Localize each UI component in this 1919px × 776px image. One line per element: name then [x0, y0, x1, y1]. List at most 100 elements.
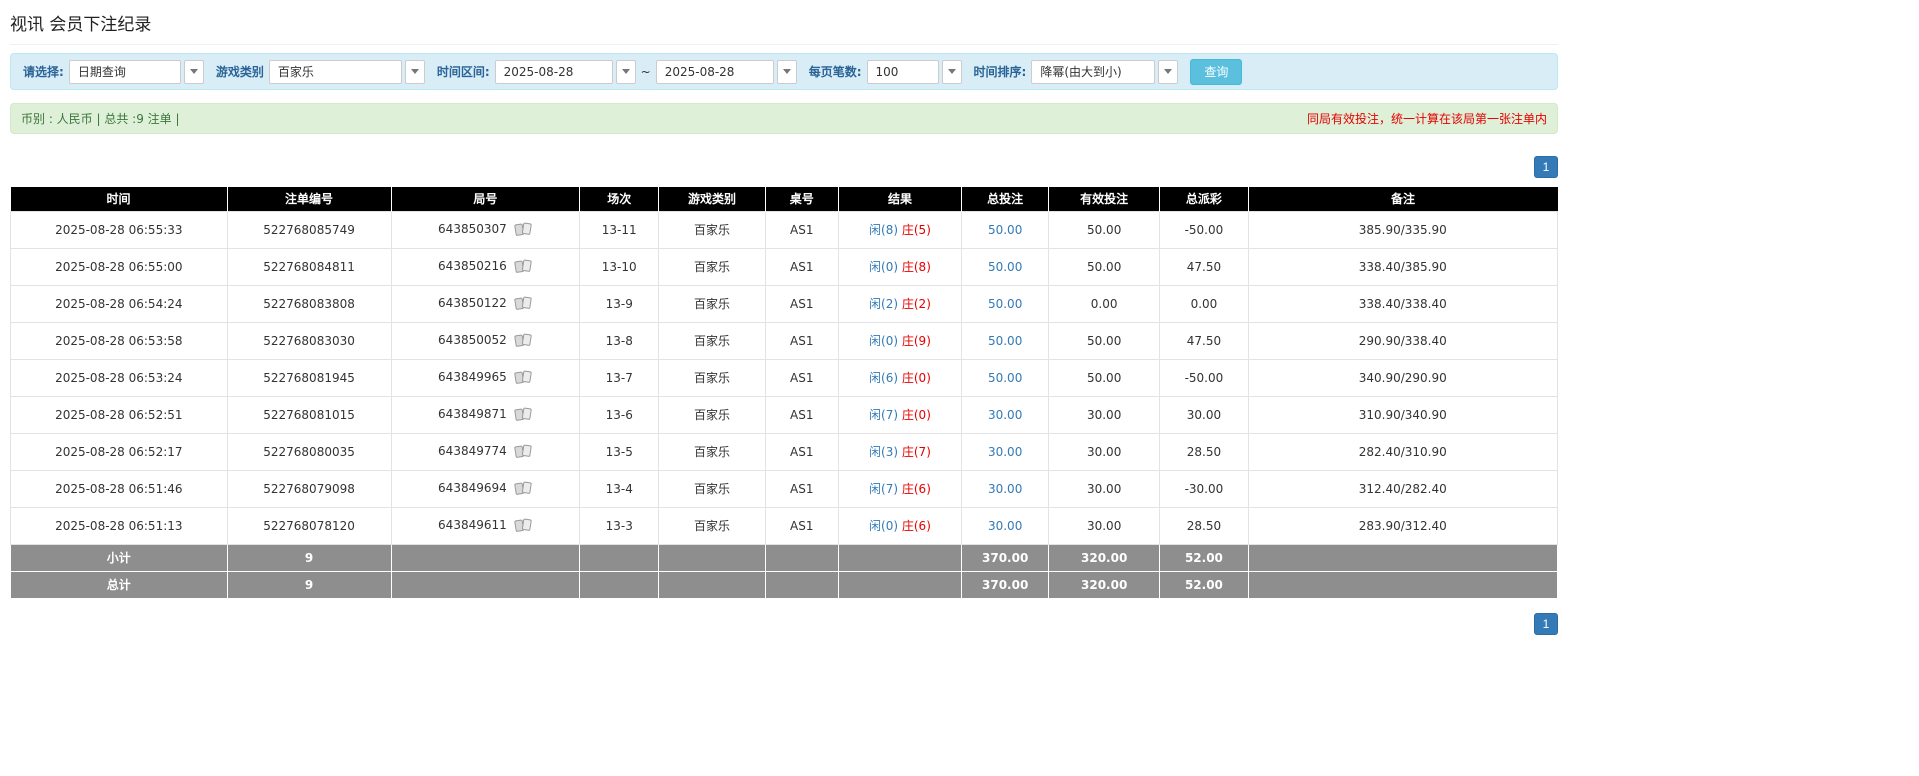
time-sort-dropdown: 降幂(由大到小): [1031, 59, 1179, 84]
date-range-label: 时间区间:: [436, 65, 490, 79]
valid-bet-notice-text: 同局有效投注，统一计算在该局第一张注单内: [1306, 112, 1547, 126]
total-bet-link[interactable]: 50.00: [988, 223, 1022, 237]
search-button[interactable]: 查询: [1190, 58, 1243, 85]
cell-game-type: 百家乐: [658, 321, 766, 360]
date-to-input[interactable]: 2025-08-28: [655, 59, 774, 84]
cell-time: 2025-08-28 06:51:13: [10, 506, 228, 545]
cell-bet-id: 522768081015: [226, 395, 392, 434]
info-bar: 币别 : 人民币 | 总共 :9 注单 | 同局有效投注，统一计算在该局第一张注…: [10, 103, 1558, 134]
cell-result: 闲(3) 庄(7): [837, 432, 963, 471]
cell-session: 13-5: [579, 432, 660, 471]
total-bet-link[interactable]: 50.00: [988, 334, 1022, 348]
chevron-down-icon: [189, 69, 198, 74]
page-button-1[interactable]: 1: [1534, 156, 1558, 178]
summary-count: 9: [226, 570, 392, 599]
column-header: 总投注: [961, 187, 1049, 211]
result-banker: 庄(2): [901, 297, 931, 311]
game-type-value[interactable]: 百家乐: [268, 59, 402, 84]
cell-round-id: 643849694: [390, 469, 581, 508]
summary-count: 9: [226, 543, 392, 572]
total-bet-link[interactable]: 30.00: [988, 519, 1022, 533]
cell-table-no: AS1: [764, 395, 839, 434]
round-id-text: 643850216: [438, 259, 507, 273]
view-cards-icon[interactable]: [514, 222, 533, 237]
total-bet-link[interactable]: 30.00: [988, 408, 1022, 422]
view-cards-icon[interactable]: [514, 259, 533, 274]
cell-game-type: 百家乐: [658, 395, 766, 434]
view-cards-icon[interactable]: [514, 444, 533, 459]
cell-note: 338.40/385.90: [1247, 247, 1559, 286]
chevron-down-icon: [621, 69, 630, 74]
cell-valid-bet: 30.00: [1047, 395, 1161, 434]
result-player: 闲(8): [869, 223, 899, 237]
cell-payout: 28.50: [1159, 506, 1249, 545]
total-bet-link[interactable]: 30.00: [988, 482, 1022, 496]
game-type-arrow-button[interactable]: [404, 59, 425, 84]
total-bet-link[interactable]: 50.00: [988, 297, 1022, 311]
column-header: 注单编号: [226, 187, 392, 211]
cell-valid-bet: 30.00: [1047, 469, 1161, 508]
page-size-value[interactable]: 100: [866, 59, 939, 84]
table-row: 2025-08-28 06:51:46 522768079098 643849694…: [10, 469, 1559, 508]
date-from-dropdown: 2025-08-28: [494, 59, 636, 84]
page-button-1[interactable]: 1: [1534, 612, 1558, 635]
summary-valid-bet: 320.00: [1047, 543, 1161, 572]
cell-note: 312.40/282.40: [1247, 469, 1559, 508]
cell-game-type: 百家乐: [658, 469, 766, 508]
cell-bet-id: 522768083030: [226, 321, 392, 360]
view-cards-icon[interactable]: [514, 481, 533, 496]
round-id-text: 643849694: [438, 481, 507, 495]
game-type-dropdown: 百家乐: [268, 59, 425, 84]
cell-session: 13-8: [579, 321, 660, 360]
cell-total-bet: 30.00: [961, 506, 1049, 545]
view-cards-icon[interactable]: [514, 296, 533, 311]
view-cards-icon[interactable]: [514, 370, 533, 385]
cell-session: 13-4: [579, 469, 660, 508]
result-banker: 庄(8): [901, 260, 931, 274]
view-cards-icon[interactable]: [514, 333, 533, 348]
time-sort-value[interactable]: 降幂(由大到小): [1031, 59, 1156, 84]
table-body: 2025-08-28 06:55:33 522768085749 643850307…: [10, 210, 1559, 599]
cell-session: 13-6: [579, 395, 660, 434]
cell-game-type: 百家乐: [658, 432, 766, 471]
cell-time: 2025-08-28 06:54:24: [10, 284, 228, 323]
select-type-value[interactable]: 日期查询: [68, 59, 181, 84]
page-size-dropdown: 100: [866, 59, 962, 84]
select-type-arrow-button[interactable]: [183, 59, 204, 84]
time-sort-label: 时间排序:: [973, 65, 1027, 79]
cell-round-id: 643850122: [390, 284, 581, 323]
time-sort-arrow-button[interactable]: [1158, 59, 1179, 84]
cell-table-no: AS1: [764, 432, 839, 471]
total-bet-link[interactable]: 30.00: [988, 445, 1022, 459]
result-player: 闲(0): [869, 334, 899, 348]
page-size-arrow-button[interactable]: [941, 59, 962, 84]
table-row: 2025-08-28 06:51:13 522768078120 643849611…: [10, 506, 1559, 545]
cell-time: 2025-08-28 06:53:24: [10, 358, 228, 397]
currency-summary-text: 币别 : 人民币 | 总共 :9 注单 |: [21, 112, 180, 126]
result-player: 闲(0): [869, 260, 899, 274]
result-player: 闲(3): [869, 445, 899, 459]
date-from-arrow-button[interactable]: [615, 59, 636, 84]
cell-game-type: 百家乐: [658, 284, 766, 323]
cell-total-bet: 50.00: [961, 321, 1049, 360]
game-type-label: 游戏类别: [215, 65, 264, 79]
view-cards-icon[interactable]: [514, 407, 533, 422]
total-bet-link[interactable]: 50.00: [988, 371, 1022, 385]
table-row: 2025-08-28 06:53:58 522768083030 643850052…: [10, 321, 1559, 360]
cell-game-type: 百家乐: [658, 506, 766, 545]
cell-total-bet: 30.00: [961, 469, 1049, 508]
cell-valid-bet: 30.00: [1047, 432, 1161, 471]
result-banker: 庄(9): [901, 334, 931, 348]
date-from-input[interactable]: 2025-08-28: [494, 59, 613, 84]
cell-note: 290.90/338.40: [1247, 321, 1559, 360]
total-bet-link[interactable]: 50.00: [988, 260, 1022, 274]
cell-round-id: 643850216: [390, 247, 581, 286]
round-id-text: 643849611: [438, 518, 507, 532]
date-to-arrow-button[interactable]: [776, 59, 797, 84]
cell-result: 闲(2) 庄(2): [837, 284, 963, 323]
cell-note: 283.90/312.40: [1247, 506, 1559, 545]
cell-result: 闲(6) 庄(0): [837, 358, 963, 397]
view-cards-icon[interactable]: [514, 518, 533, 533]
result-player: 闲(0): [869, 519, 899, 533]
betting-records-page: 视讯 会员下注纪录 请选择: 日期查询 游戏类别 百家乐 时间区间: 2025-…: [0, 0, 1568, 655]
